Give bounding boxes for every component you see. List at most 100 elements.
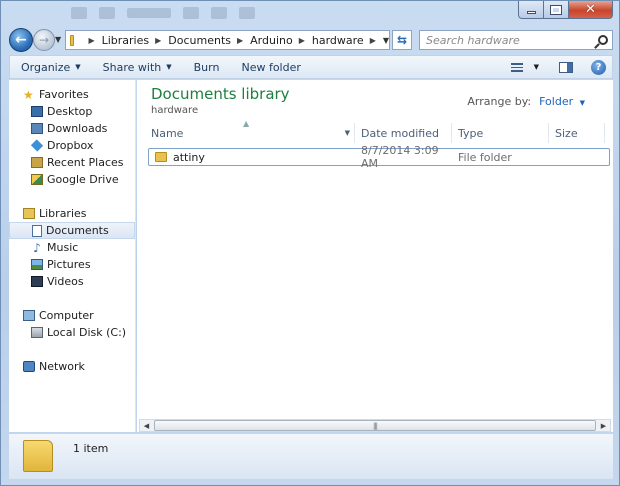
title-bar[interactable]: ✕	[1, 1, 619, 25]
arrange-by-value: Folder	[539, 95, 574, 108]
nav-label: Computer	[39, 309, 94, 322]
nav-recent-places[interactable]: Recent Places	[9, 154, 135, 171]
caption-buttons: ✕	[518, 1, 613, 19]
arrange-by-label: Arrange by:	[467, 95, 532, 108]
nav-dropbox[interactable]: Dropbox	[9, 137, 135, 154]
navigation-pane: ★ Favorites Desktop Downloads Dropbox Re…	[9, 80, 136, 432]
nav-videos[interactable]: Videos	[9, 273, 135, 290]
close-button[interactable]: ✕	[569, 1, 613, 19]
forward-button[interactable]: →	[33, 29, 55, 51]
google-drive-icon	[31, 174, 43, 185]
nav-label: Recent Places	[47, 156, 124, 169]
folder-icon	[23, 440, 53, 472]
breadcrumb-label: Arduino	[250, 33, 293, 47]
nav-documents[interactable]: Documents	[9, 222, 135, 239]
downloads-icon	[31, 123, 43, 134]
videos-icon	[31, 276, 43, 287]
breadcrumb-arduino[interactable]: Arduino ▶	[250, 34, 312, 47]
address-bar[interactable]: ▶ Libraries ▶ Documents ▶ Arduino ▶ hard…	[65, 30, 390, 50]
arrange-by: Arrange by: Folder ▼	[467, 95, 585, 108]
address-dropdown-button[interactable]: ▼	[383, 36, 389, 45]
ghost-icon	[183, 7, 199, 19]
nav-libraries[interactable]: Libraries	[9, 205, 135, 222]
library-subtitle: hardware	[151, 105, 199, 116]
share-with-button[interactable]: Share with ▼	[92, 56, 183, 78]
pictures-icon	[31, 259, 43, 270]
breadcrumb-documents[interactable]: Documents ▶	[168, 34, 250, 47]
burn-button[interactable]: Burn	[183, 56, 231, 78]
change-view-icon[interactable]	[510, 62, 523, 72]
ghost-icon	[239, 7, 255, 19]
dropbox-icon	[30, 139, 44, 152]
nav-label: Documents	[46, 224, 109, 237]
explorer-window: ✕ ← → ▼ ▶ Libraries ▶ Documents ▶ Arduin…	[0, 0, 620, 486]
nav-local-disk[interactable]: Local Disk (C:)	[9, 324, 135, 341]
nav-pictures[interactable]: Pictures	[9, 256, 135, 273]
chevron-right-icon[interactable]: ▶	[88, 36, 94, 45]
documents-icon	[32, 224, 42, 237]
star-icon: ★	[23, 87, 34, 102]
column-label: Date modified	[361, 126, 439, 140]
nav-desktop[interactable]: Desktop	[9, 103, 135, 120]
scroll-right-button[interactable]: ▶	[597, 420, 610, 431]
nav-label: Favorites	[39, 88, 89, 101]
nav-google-drive[interactable]: Google Drive	[9, 171, 135, 188]
search-icon[interactable]	[598, 35, 608, 45]
nav-label: Downloads	[47, 122, 108, 135]
nav-label: Libraries	[39, 207, 87, 220]
column-header-size[interactable]: Size	[549, 123, 605, 143]
arrange-by-dropdown[interactable]: Folder ▼	[539, 95, 585, 108]
scrollbar-thumb[interactable]: |||	[154, 420, 596, 431]
file-row[interactable]: attiny 8/7/2014 3:09 AM File folder	[148, 144, 610, 170]
ghost-icon	[211, 7, 227, 19]
close-icon: ✕	[585, 2, 596, 17]
arrow-right-icon: →	[38, 33, 50, 47]
refresh-button[interactable]: ⇆	[392, 30, 412, 50]
column-label: Size	[555, 126, 578, 140]
library-title: Documents library	[151, 85, 290, 103]
new-folder-button[interactable]: New folder	[230, 56, 311, 78]
recent-pages-button[interactable]: ▼	[55, 35, 61, 44]
nav-label: Google Drive	[47, 173, 119, 186]
chevron-right-icon[interactable]: ▶	[155, 36, 161, 45]
search-input[interactable]	[426, 33, 586, 47]
maximize-button[interactable]	[544, 1, 569, 19]
preview-pane-icon[interactable]	[559, 61, 573, 73]
back-button[interactable]: ←	[9, 28, 33, 52]
file-name-cell: attiny	[149, 151, 355, 164]
breadcrumb-label: hardware	[311, 33, 364, 47]
refresh-icon: ⇆	[396, 33, 408, 47]
chevron-down-icon: ▼	[166, 63, 172, 71]
minimize-button[interactable]	[518, 1, 544, 19]
breadcrumb-libraries[interactable]: Libraries ▶	[102, 34, 169, 47]
column-label: Name	[151, 126, 184, 140]
breadcrumb-hardware[interactable]: hardware ▶	[312, 34, 383, 47]
column-header-type[interactable]: Type	[452, 123, 549, 143]
minimize-icon	[526, 11, 536, 14]
ghost-icon	[71, 7, 87, 19]
nav-computer[interactable]: Computer	[9, 307, 135, 324]
nav-downloads[interactable]: Downloads	[9, 120, 135, 137]
column-header-name[interactable]: ▲ Name ▼	[145, 119, 355, 143]
nav-music[interactable]: ♪ Music	[9, 239, 135, 256]
chevron-down-icon: ▼	[75, 63, 81, 71]
nav-label: Pictures	[47, 258, 91, 271]
computer-icon	[23, 310, 35, 321]
scroll-left-button[interactable]: ◀	[140, 420, 153, 431]
chevron-down-icon[interactable]: ▼	[345, 129, 350, 137]
chevron-down-icon[interactable]: ▼	[534, 63, 539, 71]
chevron-right-icon[interactable]: ▶	[370, 36, 376, 45]
chevron-right-icon[interactable]: ▶	[299, 36, 305, 45]
nav-network[interactable]: Network	[9, 358, 135, 375]
search-box[interactable]	[419, 30, 613, 50]
chevron-down-icon: ▼	[579, 99, 585, 107]
details-pane: 1 item	[9, 433, 613, 479]
arrow-left-icon: ←	[15, 32, 27, 48]
organize-button[interactable]: Organize ▼	[10, 56, 92, 78]
help-icon[interactable]: ?	[591, 59, 606, 75]
libraries-icon	[23, 208, 35, 219]
horizontal-scrollbar[interactable]: ◀ ||| ▶	[139, 419, 611, 432]
column-header-date-modified[interactable]: Date modified	[355, 123, 452, 143]
chevron-right-icon[interactable]: ▶	[237, 36, 243, 45]
nav-favorites[interactable]: ★ Favorites	[9, 86, 135, 103]
